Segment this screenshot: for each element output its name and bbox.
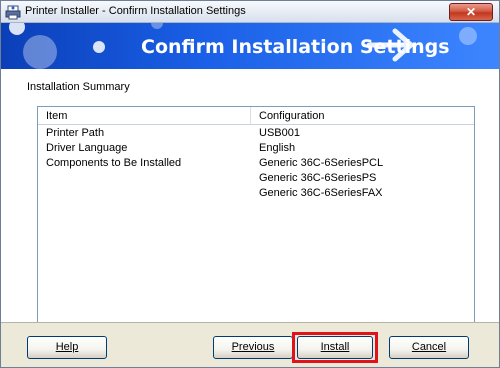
title-bar: Printer Installer - Confirm Installation… bbox=[1, 1, 499, 23]
close-button[interactable]: ✕ bbox=[449, 3, 493, 21]
row-config: Generic 36C-6SeriesFAX bbox=[259, 187, 383, 199]
row-item: Printer Path bbox=[46, 127, 105, 139]
cancel-button[interactable]: Cancel bbox=[389, 336, 469, 359]
summary-list[interactable]: Item Configuration Printer Path USB001 D… bbox=[37, 106, 475, 346]
list-header: Item Configuration bbox=[38, 107, 474, 125]
previous-button[interactable]: Previous bbox=[213, 336, 293, 359]
installation-summary-label: Installation Summary bbox=[27, 81, 130, 93]
installer-window: Printer Installer - Confirm Installation… bbox=[0, 0, 500, 368]
cancel-button-label: Cancel bbox=[411, 341, 447, 353]
column-header-configuration[interactable]: Configuration bbox=[259, 110, 324, 122]
printer-icon bbox=[5, 5, 21, 20]
table-row: Driver Language English bbox=[38, 142, 474, 157]
arrow-right-icon bbox=[366, 28, 414, 62]
decor-bubble bbox=[93, 41, 105, 53]
table-row: Components to Be Installed Generic 36C-6… bbox=[38, 157, 474, 172]
table-row: Generic 36C-6SeriesFAX bbox=[38, 187, 474, 202]
column-divider bbox=[250, 107, 251, 125]
row-config: Generic 36C-6SeriesPCL bbox=[259, 157, 384, 169]
row-config: Generic 36C-6SeriesPS bbox=[259, 172, 377, 184]
main-content: Installation Summary Item Configuration … bbox=[1, 69, 499, 367]
row-config: English bbox=[259, 142, 296, 154]
install-button-label: Install bbox=[320, 341, 350, 353]
window-title: Printer Installer - Confirm Installation… bbox=[25, 5, 246, 17]
decor-bubble bbox=[23, 35, 57, 69]
decor-bubble bbox=[151, 23, 163, 29]
table-row: Printer Path USB001 bbox=[38, 127, 474, 142]
previous-button-label: Previous bbox=[231, 341, 275, 353]
column-header-item[interactable]: Item bbox=[46, 110, 67, 122]
row-config: USB001 bbox=[259, 127, 300, 139]
button-bar: Help Previous Install Cancel bbox=[1, 322, 499, 367]
help-button[interactable]: Help bbox=[27, 336, 107, 359]
help-button-label: Help bbox=[55, 341, 79, 353]
row-item: Driver Language bbox=[46, 142, 128, 154]
decor-bubble bbox=[459, 27, 477, 45]
install-button[interactable]: Install bbox=[297, 336, 373, 359]
table-row: Generic 36C-6SeriesPS bbox=[38, 172, 474, 187]
row-item: Components to Be Installed bbox=[46, 157, 182, 169]
decor-bubble bbox=[9, 23, 25, 35]
header-banner: Confirm Installation Settings bbox=[1, 23, 499, 69]
